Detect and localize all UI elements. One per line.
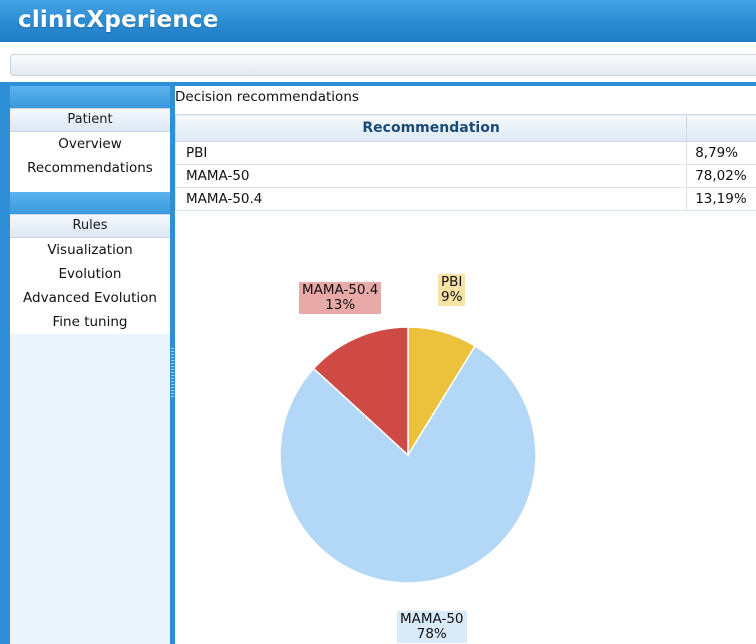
pie-label-percent: 78% [416, 626, 447, 642]
sidebar-group-rules[interactable]: Rules [10, 214, 170, 238]
pie-label-percent: 9% [441, 289, 463, 305]
sidebar-group-patient[interactable]: Patient [10, 108, 170, 132]
sidebar-separator [10, 192, 170, 214]
sidebar-item-fine-tuning[interactable]: Fine tuning [10, 310, 170, 334]
toolbar [0, 42, 756, 82]
pie-label-name: MAMA-50.4 [302, 282, 379, 298]
main-content: Decision recommendations Recommendation … [174, 86, 756, 644]
pie-chart-area: PBI 9% MAMA-50 78% MAMA-50.4 13% [175, 86, 756, 644]
pie-label-pbi: PBI 9% [438, 274, 466, 306]
toolbar-bar [10, 54, 756, 76]
pie-label-name: MAMA-50 [400, 611, 464, 627]
pie-chart [279, 326, 537, 584]
sidebar-item-overview[interactable]: Overview [10, 132, 170, 156]
pie-label-mama-50-4: MAMA-50.4 13% [299, 282, 382, 314]
app-header: clinicXperience [0, 0, 756, 42]
app-title: clinicXperience [18, 7, 219, 33]
pie-label-name: PBI [441, 274, 463, 290]
sidebar-gap [10, 180, 170, 192]
sidebar-header [10, 86, 170, 108]
pie-label-mama-50: MAMA-50 78% [397, 611, 467, 643]
pie-label-percent: 13% [325, 297, 356, 313]
sidebar-item-advanced-evolution[interactable]: Advanced Evolution [10, 286, 170, 310]
sidebar-item-evolution[interactable]: Evolution [10, 262, 170, 286]
sidebar-item-recommendations[interactable]: Recommendations [10, 156, 170, 180]
frame-border-left [0, 82, 10, 644]
sidebar: Patient Overview Recommendations Rules V… [10, 86, 170, 644]
splitter-grip-icon[interactable] [171, 348, 174, 398]
sidebar-item-visualization[interactable]: Visualization [10, 238, 170, 262]
